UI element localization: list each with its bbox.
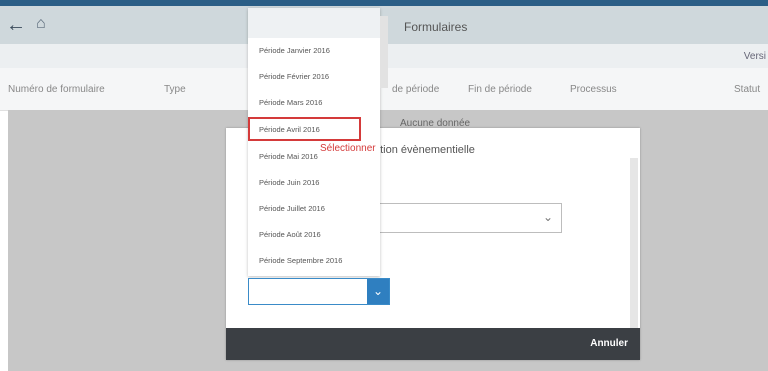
dropdown-option[interactable]: Période Août 2016	[248, 222, 380, 248]
dropdown-scrollbar[interactable]	[380, 16, 388, 88]
column-header-form-number[interactable]: Numéro de formulaire	[8, 84, 105, 95]
selection-highlight	[248, 117, 361, 141]
column-header-period-start[interactable]: de période	[392, 84, 439, 95]
column-header-status[interactable]: Statut	[734, 84, 760, 95]
dropdown-option[interactable]: Période Juin 2016	[248, 170, 380, 196]
chevron-down-icon: ⌄	[542, 210, 553, 224]
column-header-process[interactable]: Processus	[570, 84, 617, 95]
column-header-type[interactable]: Type	[164, 84, 186, 95]
back-arrow-icon[interactable]: ←	[6, 14, 26, 37]
modal-footer: Annuler	[226, 328, 640, 360]
period-select[interactable]: ⌄	[248, 278, 390, 305]
dropdown-option[interactable]: Période Juillet 2016	[248, 196, 380, 222]
modal-title: ation évènementielle	[374, 144, 475, 156]
version-link[interactable]: Versi	[744, 51, 766, 62]
cancel-button[interactable]: Annuler	[590, 338, 628, 349]
column-header-period-end[interactable]: Fin de période	[468, 84, 532, 95]
dropdown-option[interactable]: Période Septembre 2016	[248, 248, 380, 274]
dropdown-header	[248, 8, 380, 38]
page-title: Formulaires	[404, 20, 468, 34]
period-dropdown-list: Période Janvier 2016 Période Février 201…	[248, 8, 380, 276]
home-icon[interactable]: ⌂	[36, 15, 46, 33]
dropdown-option[interactable]: Période Février 2016	[248, 64, 380, 90]
dropdown-option[interactable]: Période Mars 2016	[248, 90, 380, 116]
modal-scrollbar[interactable]	[630, 158, 638, 328]
chevron-down-icon[interactable]: ⌄	[367, 279, 389, 304]
select-annotation: Sélectionner	[320, 143, 376, 154]
modal-select[interactable]: ⌄	[374, 203, 562, 233]
dropdown-option[interactable]: Période Janvier 2016	[248, 38, 380, 64]
